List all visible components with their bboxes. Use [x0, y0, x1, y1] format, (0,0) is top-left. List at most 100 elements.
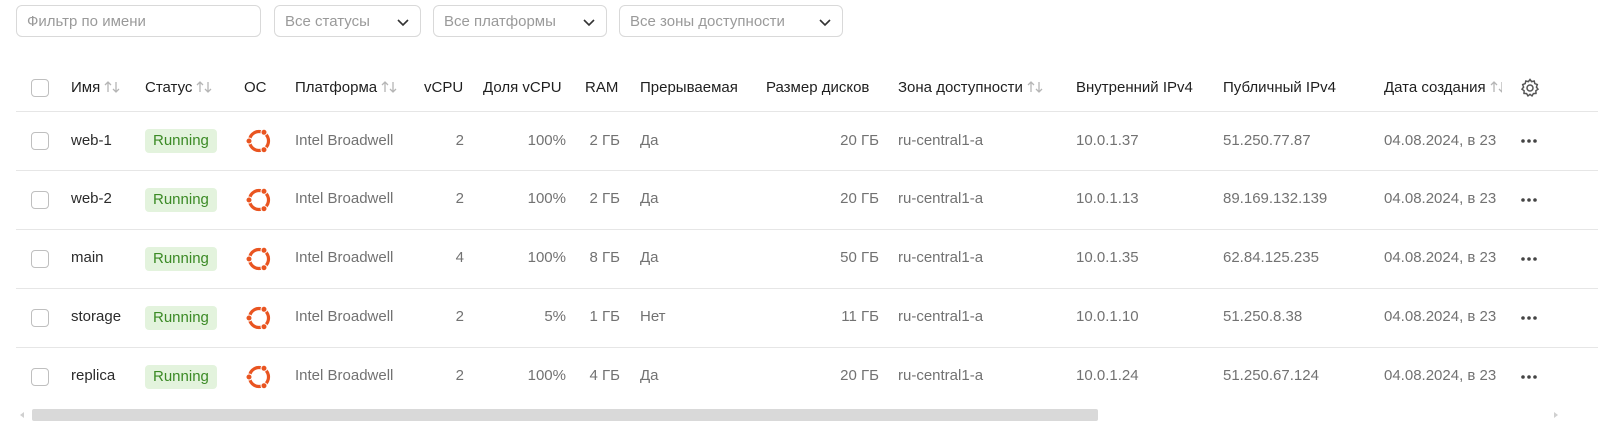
table-row[interactable]: storage Running Intel Broadwell 2 5% 1 Г… — [16, 289, 1598, 348]
preemptible-cell: Нет — [640, 308, 666, 325]
platform-cell: Intel Broadwell — [295, 249, 394, 266]
status-badge: Running — [145, 129, 217, 153]
chevron-down-icon — [397, 19, 409, 27]
vm-name[interactable]: storage — [71, 307, 121, 327]
created-cell: 04.08.2024, в 23 — [1384, 367, 1497, 384]
public-ipv4-cell: 62.84.125.235 — [1223, 249, 1319, 266]
platform-cell: Intel Broadwell — [295, 132, 394, 149]
scroll-left-arrow-icon[interactable] — [18, 411, 26, 419]
column-header-preemptible: Прерываемая — [640, 79, 738, 96]
internal-ipv4-cell: 10.0.1.10 — [1076, 308, 1139, 325]
row-checkbox[interactable] — [31, 191, 49, 209]
column-header-vcpu-share: Доля vCPU — [483, 79, 562, 96]
column-label: Дата создания — [1384, 79, 1486, 96]
created-cell: 04.08.2024, в 23 — [1384, 132, 1497, 149]
preemptible-cell: Да — [640, 132, 659, 149]
table-header: Имя Статус ОС Платформа vCPU Доля vCPU R… — [16, 64, 1598, 112]
table-row[interactable]: web-2 Running Intel Broadwell 2 100% 2 Г… — [16, 171, 1598, 230]
ram-cell: 1 ГБ — [589, 308, 620, 325]
column-header-platform[interactable]: Платформа — [295, 78, 397, 98]
table-row[interactable]: web-1 Running Intel Broadwell 2 100% 2 Г… — [16, 112, 1598, 171]
vm-name[interactable]: web-1 — [71, 131, 112, 151]
ubuntu-icon — [245, 246, 271, 272]
table-row[interactable]: main Running Intel Broadwell 4 100% 8 ГБ… — [16, 230, 1598, 289]
status-badge: Running — [145, 188, 217, 212]
public-ipv4-cell: 51.250.67.124 — [1223, 367, 1319, 384]
vcpu-share-cell: 100% — [527, 132, 566, 149]
created-cell: 04.08.2024, в 23 — [1384, 308, 1497, 325]
more-actions-icon[interactable] — [1520, 138, 1538, 144]
disk-size-cell: 20 ГБ — [840, 190, 879, 207]
column-header-name[interactable]: Имя — [71, 78, 120, 98]
table-row[interactable]: replica Running Intel Broadwell 2 100% 4… — [16, 348, 1598, 406]
disk-size-cell: 20 ГБ — [840, 367, 879, 384]
chevron-down-icon — [583, 19, 595, 27]
more-actions-icon[interactable] — [1520, 197, 1538, 203]
column-label: Платформа — [295, 79, 378, 96]
ubuntu-icon — [245, 128, 271, 154]
vm-name[interactable]: main — [71, 248, 104, 268]
scroll-right-arrow-icon[interactable] — [1552, 411, 1560, 419]
column-label: Статус — [145, 79, 193, 96]
column-header-os: ОС — [244, 79, 267, 96]
vm-name[interactable]: replica — [71, 366, 115, 386]
row-checkbox[interactable] — [31, 250, 49, 268]
sort-icon — [1490, 81, 1502, 93]
ram-cell: 2 ГБ — [589, 132, 620, 149]
column-header-created[interactable]: Дата создания — [1384, 78, 1502, 98]
row-checkbox[interactable] — [31, 309, 49, 327]
horizontal-scrollbar[interactable] — [16, 408, 1562, 422]
vm-name[interactable]: web-2 — [71, 189, 112, 209]
vcpu-cell: 2 — [455, 190, 464, 207]
select-all-checkbox[interactable] — [31, 79, 49, 97]
column-label: Зона доступности — [898, 79, 1023, 96]
public-ipv4-cell: 51.250.77.87 — [1223, 132, 1311, 149]
sort-icon — [1027, 81, 1043, 93]
column-label: Имя — [71, 79, 101, 96]
name-filter-input[interactable]: Фильтр по имени — [16, 5, 261, 37]
vcpu-cell: 2 — [455, 367, 464, 384]
gear-icon[interactable] — [1520, 78, 1540, 98]
disk-size-cell: 20 ГБ — [840, 132, 879, 149]
platform-cell: Intel Broadwell — [295, 308, 394, 325]
sort-icon — [104, 81, 120, 93]
name-filter-placeholder: Фильтр по имени — [27, 13, 146, 30]
vcpu-cell: 2 — [455, 132, 464, 149]
internal-ipv4-cell: 10.0.1.35 — [1076, 249, 1139, 266]
vcpu-share-cell: 5% — [544, 308, 566, 325]
vcpu-cell: 2 — [455, 308, 464, 325]
zone-cell: ru-central1-a — [898, 190, 984, 207]
preemptible-cell: Да — [640, 367, 659, 384]
more-actions-icon[interactable] — [1520, 315, 1538, 321]
zone-filter-select[interactable]: Все зоны доступности — [619, 5, 843, 37]
ram-cell: 4 ГБ — [589, 367, 620, 384]
status-badge: Running — [145, 247, 217, 271]
row-checkbox[interactable] — [31, 132, 49, 150]
preemptible-cell: Да — [640, 190, 659, 207]
zone-cell: ru-central1-a — [898, 249, 984, 266]
platform-filter-select[interactable]: Все платформы — [433, 5, 607, 37]
zone-filter-value: Все зоны доступности — [630, 13, 785, 30]
ram-cell: 8 ГБ — [589, 249, 620, 266]
status-filter-value: Все статусы — [285, 13, 370, 30]
disk-size-cell: 50 ГБ — [840, 249, 879, 266]
status-badge: Running — [145, 365, 217, 389]
ubuntu-icon — [245, 305, 271, 331]
disk-size-cell: 11 ГБ — [841, 308, 879, 325]
column-header-status[interactable]: Статус — [145, 78, 212, 98]
row-checkbox[interactable] — [31, 368, 49, 386]
more-actions-icon[interactable] — [1520, 256, 1538, 262]
more-actions-icon[interactable] — [1520, 374, 1538, 380]
sort-icon — [381, 81, 397, 93]
sort-icon — [196, 81, 212, 93]
internal-ipv4-cell: 10.0.1.37 — [1076, 132, 1139, 149]
chevron-down-icon — [819, 19, 831, 27]
column-header-ram: RAM — [585, 79, 619, 96]
zone-cell: ru-central1-a — [898, 308, 984, 325]
status-filter-select[interactable]: Все статусы — [274, 5, 421, 37]
scrollbar-thumb[interactable] — [32, 409, 1098, 421]
column-header-public-ipv4: Публичный IPv4 — [1223, 79, 1336, 96]
column-header-vcpu: vCPU — [424, 79, 464, 96]
column-header-zone[interactable]: Зона доступности — [898, 78, 1043, 98]
preemptible-cell: Да — [640, 249, 659, 266]
